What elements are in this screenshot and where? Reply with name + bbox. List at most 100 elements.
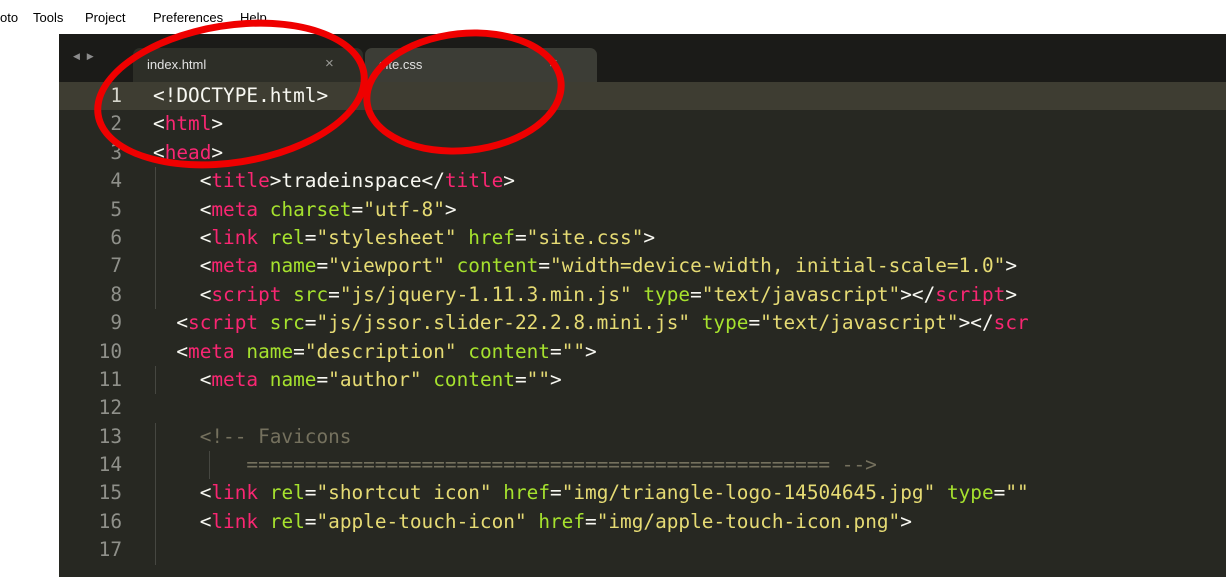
line-number: 13 bbox=[98, 424, 122, 448]
line-number: 15 bbox=[98, 481, 122, 505]
code-token: "shortcut icon" bbox=[316, 481, 492, 505]
code-line[interactable]: 10 <meta name="description" content=""> bbox=[59, 338, 1226, 366]
close-icon[interactable]: × bbox=[325, 55, 334, 72]
code-token: < bbox=[153, 339, 189, 363]
code-token: content bbox=[468, 339, 550, 363]
tab-bar: ◀ ▶ index.html × site.css × bbox=[59, 34, 1226, 82]
code-token: = bbox=[514, 367, 527, 391]
code-token: ========================================… bbox=[153, 453, 877, 477]
tab-nav-arrows-icon[interactable]: ◀ ▶ bbox=[73, 52, 96, 62]
code-line[interactable]: 16 <link rel="apple-touch-icon" href="im… bbox=[59, 507, 1226, 537]
code-text: <meta name="description" content=""> bbox=[153, 338, 596, 366]
code-line[interactable]: 15 <link rel="shortcut icon" href="img/t… bbox=[59, 479, 1226, 508]
code-line[interactable]: 8 <script src="js/jquery-1.11.3.min.js" … bbox=[59, 280, 1226, 310]
menu-help[interactable]: Help bbox=[240, 10, 267, 25]
code-token: "text/javascript" bbox=[701, 282, 901, 306]
code-token: name bbox=[269, 367, 317, 391]
cropped-title-strip bbox=[0, 0, 600, 6]
line-number: 5 bbox=[110, 197, 122, 221]
code-token: meta bbox=[188, 339, 235, 363]
code-token: script bbox=[211, 282, 282, 306]
code-token: > bbox=[1005, 282, 1017, 306]
code-text: <link rel="stylesheet" href="site.css"> bbox=[153, 224, 655, 252]
code-token: "stylesheet" bbox=[316, 225, 457, 249]
code-token: > bbox=[211, 112, 224, 136]
code-token: "width=device-width, initial-scale=1.0" bbox=[550, 254, 1006, 278]
code-token: link bbox=[211, 225, 259, 249]
editor-window: ◀ ▶ index.html × site.css × 1 <!DOCTYPE.h… bbox=[59, 34, 1226, 577]
code-token: >tradeinspace</ bbox=[269, 169, 445, 193]
code-token: "" bbox=[526, 367, 551, 391]
line-number: 8 bbox=[110, 282, 122, 306]
code-area[interactable]: 1 <!DOCTYPE.html> 2 <html> 3 <head> 4 <title>t… bbox=[59, 82, 1226, 577]
code-token: = bbox=[316, 367, 329, 391]
code-text: <link rel="apple-touch-icon" href="img/a… bbox=[153, 508, 912, 536]
menu-goto[interactable]: oto bbox=[0, 10, 18, 25]
code-line[interactable]: 17 bbox=[59, 536, 1226, 565]
code-line[interactable]: 14 =====================================… bbox=[59, 451, 1226, 480]
code-text: <link rel="shortcut icon" href="img/tria… bbox=[153, 479, 1029, 507]
code-text: <html> bbox=[153, 110, 223, 138]
code-token: "author" bbox=[328, 367, 422, 391]
tab-site-css[interactable]: site.css × bbox=[365, 48, 597, 82]
code-text: <title>tradeinspace</title> bbox=[153, 167, 515, 195]
code-text: ========================================… bbox=[153, 451, 877, 479]
tab-index-html[interactable]: index.html × bbox=[133, 48, 363, 82]
code-token: href bbox=[538, 509, 586, 533]
code-token: = bbox=[316, 254, 329, 278]
code-line[interactable]: 11 <meta name="author" content=""> bbox=[59, 365, 1226, 395]
close-icon[interactable]: × bbox=[549, 55, 558, 72]
code-token: = bbox=[304, 481, 317, 505]
menu-tools[interactable]: Tools bbox=[33, 10, 63, 25]
code-line[interactable]: 9 <script src="js/jssor.slider-22.2.8.mi… bbox=[59, 309, 1226, 337]
code-token: ></ bbox=[958, 311, 994, 335]
menu-project[interactable]: Project bbox=[85, 10, 125, 25]
code-line[interactable]: 7 <meta name="viewport" content="width=d… bbox=[59, 252, 1226, 281]
code-text: <script src="js/jquery-1.11.3.min.js" ty… bbox=[153, 281, 1017, 309]
code-token: "description" bbox=[304, 339, 457, 363]
code-token: < bbox=[153, 112, 165, 136]
code-token: "img/triangle-logo-14504645.jpg" bbox=[561, 481, 936, 505]
menu-preferences[interactable]: Preferences bbox=[153, 10, 223, 25]
code-line[interactable]: 1 <!DOCTYPE.html> bbox=[59, 82, 1226, 111]
code-token: <!DOCTYPE.html> bbox=[153, 84, 329, 107]
code-line[interactable]: 4 <title>tradeinspace</title> bbox=[59, 167, 1226, 196]
menu-bar: oto Tools Project Preferences Help bbox=[0, 0, 1226, 34]
code-text: <!DOCTYPE.html> bbox=[153, 82, 328, 110]
code-token: > bbox=[643, 225, 656, 249]
code-text: <meta name="author" content=""> bbox=[153, 366, 562, 394]
indent-guide bbox=[155, 536, 156, 565]
code-line[interactable]: 5 <meta charset="utf-8"> bbox=[59, 195, 1226, 224]
code-token: < bbox=[153, 282, 212, 306]
code-line[interactable]: 3 <head> bbox=[59, 139, 1226, 167]
code-token: = bbox=[304, 225, 317, 249]
code-token: < bbox=[153, 197, 212, 221]
code-line[interactable]: 12 bbox=[59, 394, 1226, 422]
code-token: name bbox=[246, 339, 294, 363]
code-token: meta bbox=[211, 254, 259, 278]
line-number: 3 bbox=[110, 140, 122, 164]
code-token: meta bbox=[211, 367, 259, 391]
code-token: = bbox=[304, 509, 317, 533]
code-line[interactable]: 2 <html> bbox=[59, 110, 1226, 138]
code-token: "utf-8" bbox=[363, 197, 445, 221]
code-token: = bbox=[993, 481, 1006, 505]
code-token: "viewport" bbox=[328, 254, 445, 278]
code-line[interactable]: 13 <!-- Favicons bbox=[59, 422, 1226, 452]
code-token: name bbox=[269, 254, 317, 278]
code-token: "" bbox=[561, 339, 586, 363]
code-token: type bbox=[946, 481, 994, 505]
code-token: rel bbox=[269, 225, 305, 249]
code-token: > bbox=[503, 169, 515, 193]
code-line[interactable]: 6 <link rel="stylesheet" href="site.css"… bbox=[59, 223, 1226, 253]
